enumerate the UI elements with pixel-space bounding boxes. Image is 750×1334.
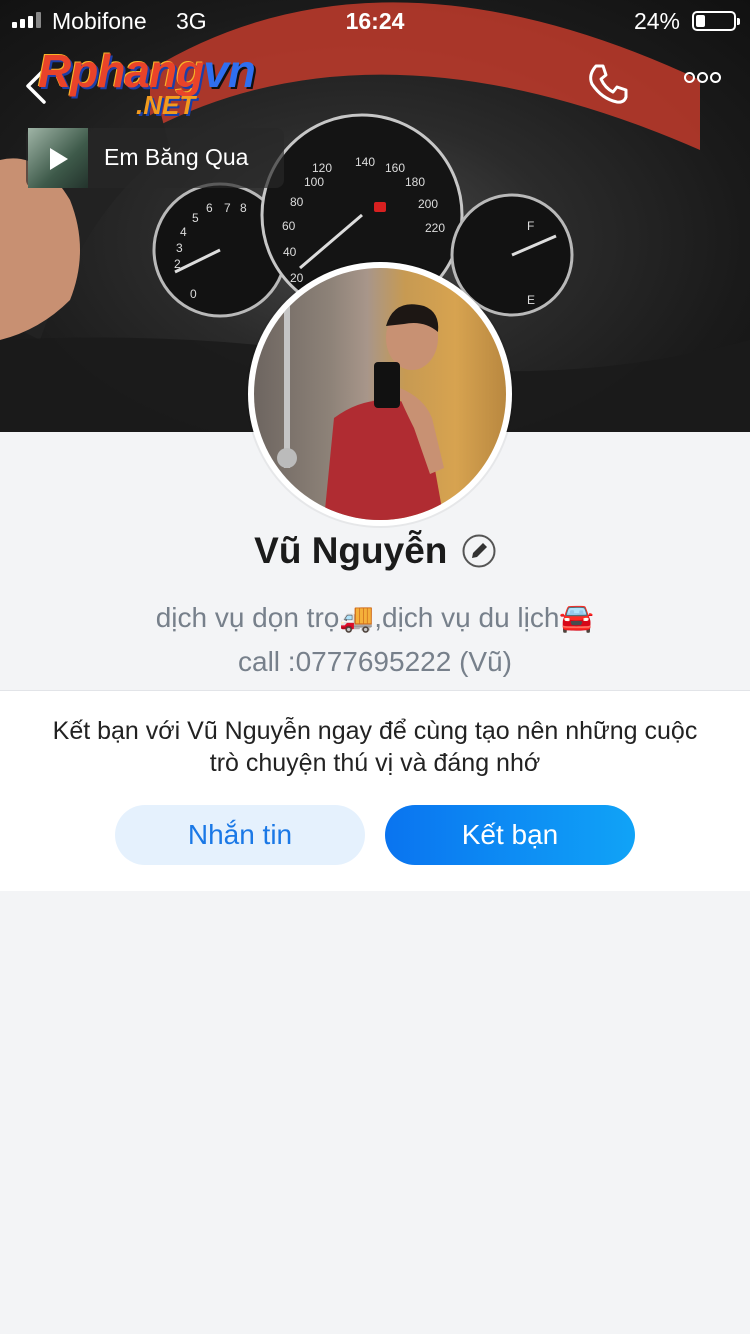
- svg-text:7: 7: [224, 201, 231, 215]
- svg-text:F: F: [527, 219, 534, 233]
- svg-text:140: 140: [355, 155, 375, 169]
- status-bar: Mobifone 3G 16:24 24%: [0, 0, 750, 40]
- battery-icon: [692, 11, 740, 31]
- watermark-logo: Rphangvn .NET: [38, 48, 268, 120]
- svg-text:60: 60: [282, 219, 296, 233]
- more-options-icon[interactable]: [684, 70, 734, 96]
- svg-text:5: 5: [192, 211, 199, 225]
- bio-line-phone: call :0777695222 (Vũ): [238, 646, 512, 677]
- svg-text:6: 6: [206, 201, 213, 215]
- svg-text:120: 120: [312, 161, 332, 175]
- svg-text:220: 220: [425, 221, 445, 235]
- add-friend-message: Kết bạn với Vũ Nguyễn ngay để cùng tạo n…: [52, 717, 698, 777]
- svg-text:180: 180: [405, 175, 425, 189]
- bio-line-services: dịch vụ dọn trọ🚚,dịch vụ du lịch🚘: [155, 602, 595, 633]
- avatar-illustration: [277, 288, 444, 520]
- profile-bio: dịch vụ dọn trọ🚚,dịch vụ du lịch🚘 call :…: [0, 596, 750, 684]
- svg-text:160: 160: [385, 161, 405, 175]
- avatar-photo: [254, 268, 506, 520]
- profile-name: Vũ Nguyễn: [254, 530, 448, 571]
- add-friend-button[interactable]: Kết bạn: [385, 805, 635, 865]
- svg-text:2: 2: [174, 257, 181, 271]
- svg-text:8: 8: [240, 201, 247, 215]
- avatar[interactable]: [248, 262, 512, 526]
- logo-subtext: .NET: [136, 90, 196, 120]
- profile-name-row: Vũ Nguyễn: [0, 530, 750, 572]
- svg-text:80: 80: [290, 195, 304, 209]
- edit-pencil-icon[interactable]: [462, 534, 496, 568]
- logo-text: Rphangvn: [38, 45, 256, 97]
- music-title: Em Băng Qua: [104, 144, 249, 170]
- profile-music-player[interactable]: Em Băng Qua: [26, 128, 284, 188]
- svg-text:20: 20: [290, 271, 304, 285]
- add-friend-card: Kết bạn với Vũ Nguyễn ngay để cùng tạo n…: [0, 690, 750, 891]
- svg-text:4: 4: [180, 225, 187, 239]
- svg-text:3: 3: [176, 241, 183, 255]
- play-icon[interactable]: [50, 148, 68, 170]
- svg-text:100: 100: [304, 175, 324, 189]
- svg-text:E: E: [527, 293, 535, 307]
- svg-text:40: 40: [283, 245, 297, 259]
- message-button[interactable]: Nhắn tin: [115, 805, 365, 865]
- phone-icon[interactable]: [586, 62, 630, 106]
- svg-text:200: 200: [418, 197, 438, 211]
- battery-percentage: 24%: [633, 8, 680, 34]
- svg-text:0: 0: [190, 287, 197, 301]
